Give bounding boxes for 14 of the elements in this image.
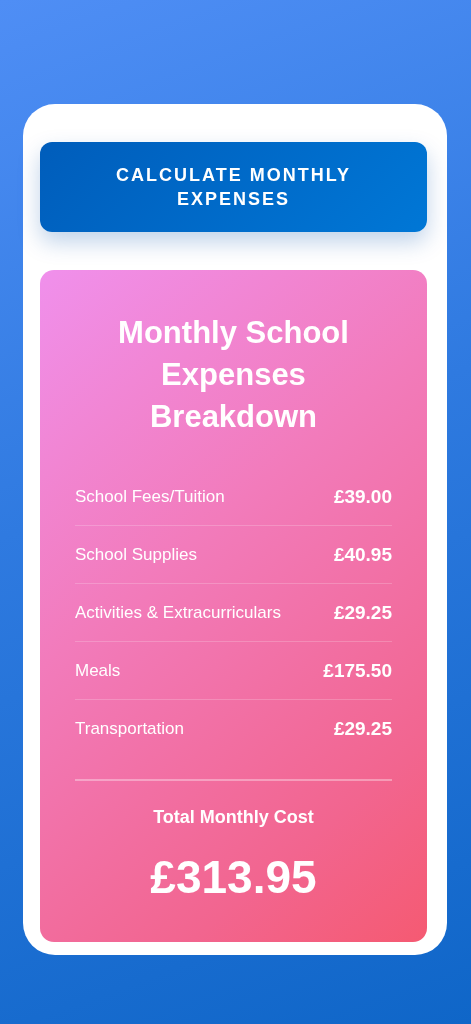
expense-label: Meals xyxy=(75,660,121,681)
expense-amount: £29.25 xyxy=(333,601,392,624)
expense-label: Transportation xyxy=(75,718,184,739)
calculate-button[interactable]: CALCULATE MONTHLY EXPENSES xyxy=(40,142,427,232)
expense-amount: £39.00 xyxy=(333,485,392,508)
expense-amount: £175.50 xyxy=(323,659,392,682)
expense-amount: £29.25 xyxy=(333,717,392,740)
breakdown-title: Monthly School Expenses Breakdown xyxy=(117,314,350,436)
expense-label: School Fees/Tuition xyxy=(75,486,225,507)
expense-label: Activities & Extracurriculars xyxy=(75,602,281,623)
expense-label: School Supplies xyxy=(75,544,197,565)
total-label: Total Monthly Cost xyxy=(152,807,315,828)
expense-amount: £40.95 xyxy=(333,543,392,566)
total-amount: £313.95 xyxy=(149,850,318,904)
